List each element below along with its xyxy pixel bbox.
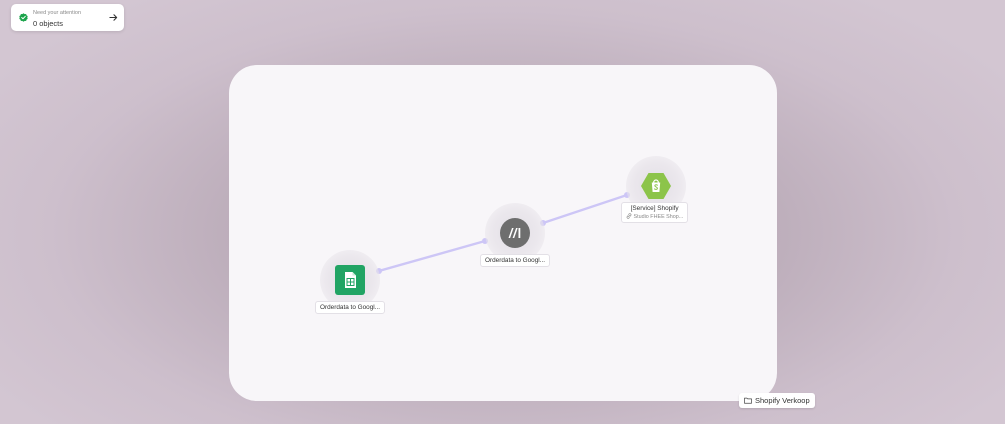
attention-card[interactable]: Need your attention 0 objects bbox=[11, 4, 124, 31]
google-sheets-icon bbox=[335, 265, 365, 295]
folder-label: Shopify Verkoop bbox=[755, 396, 810, 405]
folder-icon bbox=[744, 397, 752, 404]
node-subtitle: Studio FHEE Shop... bbox=[626, 213, 683, 220]
folder-badge[interactable]: Shopify Verkoop bbox=[739, 393, 815, 408]
edge-sheets-make bbox=[377, 239, 487, 273]
node-subtitle-text: Studio FHEE Shop... bbox=[633, 214, 684, 220]
shopify-icon bbox=[641, 173, 671, 199]
link-icon bbox=[626, 213, 632, 219]
edge-make-shopify bbox=[541, 193, 629, 225]
node-label-shopify[interactable]: [Service] Shopify Studio FHEE Shop... bbox=[621, 202, 689, 223]
make-logo-icon bbox=[500, 218, 530, 248]
check-badge-icon bbox=[19, 13, 28, 22]
attention-count: 0 objects bbox=[33, 19, 64, 28]
attention-label: Need your attention bbox=[33, 10, 82, 16]
arrow-right-icon[interactable] bbox=[109, 13, 118, 22]
node-title: [Service] Shopify bbox=[630, 205, 679, 212]
node-title: Orderdata to Googl... bbox=[485, 257, 546, 264]
scenario-canvas[interactable]: Orderdata to Googl... Orderdata to Googl… bbox=[229, 65, 777, 401]
node-label-make[interactable]: Orderdata to Googl... bbox=[480, 254, 551, 267]
node-title: Orderdata to Googl... bbox=[320, 304, 381, 311]
node-label-google-sheets[interactable]: Orderdata to Googl... bbox=[315, 301, 386, 314]
